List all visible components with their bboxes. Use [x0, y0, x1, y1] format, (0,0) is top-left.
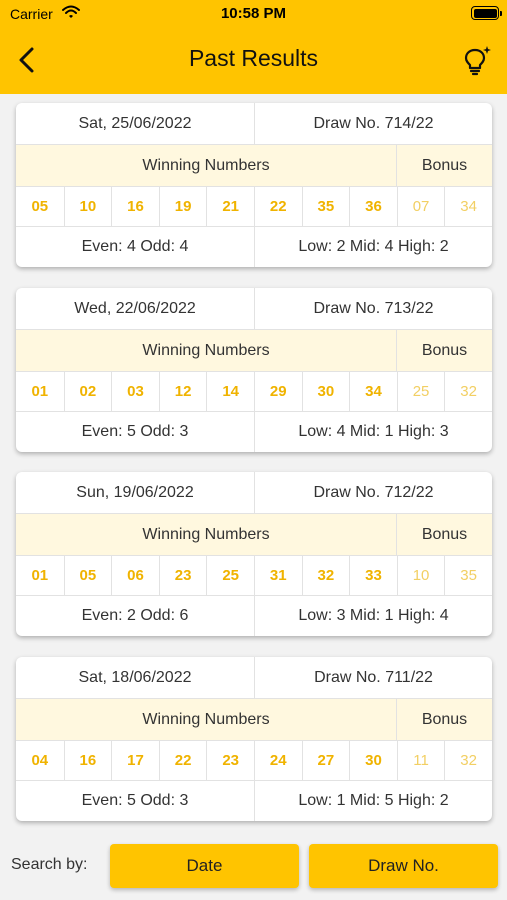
winning-number: 10: [63, 187, 112, 226]
winning-number: 23: [206, 741, 254, 780]
numbers-header-row: Winning Numbers Bonus: [16, 330, 492, 372]
search-by-date-button[interactable]: Date: [110, 844, 299, 888]
winning-number: 03: [111, 372, 159, 411]
numbers-row: 01 05 06 23 25 31 32 33 10 35: [16, 556, 492, 596]
app-header: Carrier 10:58 PM Past Results: [0, 0, 507, 94]
low-mid-high-stats: Low: 4 Mid: 1 High: 3: [254, 412, 492, 452]
bonus-header: Bonus: [396, 330, 492, 371]
bonus-number: 07: [396, 187, 445, 226]
lightbulb-sparkle-icon: [464, 46, 491, 76]
bonus-header: Bonus: [396, 699, 492, 740]
bonus-number: 10: [396, 556, 445, 595]
numbers-header-row: Winning Numbers Bonus: [16, 514, 492, 556]
winning-number: 01: [31, 383, 49, 400]
winning-number: 36: [349, 187, 397, 226]
winning-numbers-header: Winning Numbers: [16, 145, 396, 186]
bonus-number: 32: [444, 372, 492, 411]
winning-number: 21: [206, 187, 254, 226]
bonus-number: 34: [444, 187, 492, 226]
winning-numbers-header: Winning Numbers: [16, 699, 396, 740]
bonus-number: 32: [444, 741, 492, 780]
draw-date: Sun, 19/06/2022: [76, 483, 194, 501]
winning-number: 01: [31, 567, 49, 584]
stats-row: Even: 5 Odd: 3 Low: 1 Mid: 5 High: 2: [16, 781, 492, 821]
winning-number: 16: [111, 187, 159, 226]
draw-number: Draw No. 711/22: [254, 657, 492, 698]
status-bar: Carrier 10:58 PM: [0, 0, 507, 28]
battery-icon: [471, 6, 502, 20]
winning-number: 35: [301, 187, 350, 226]
search-by-draw-button[interactable]: Draw No.: [309, 844, 498, 888]
page-title: Past Results: [188, 45, 319, 71]
draw-date: Sat, 18/06/2022: [78, 668, 192, 686]
winning-number: 29: [253, 372, 302, 411]
bonus-number: 11: [396, 741, 445, 780]
result-card[interactable]: Sat, 18/06/2022 Draw No. 711/22 Winning …: [16, 657, 492, 821]
winning-number: 22: [253, 187, 302, 226]
results-list[interactable]: Sat, 25/06/2022 Draw No. 714/22 Winning …: [0, 94, 507, 832]
draw-number: Draw No. 712/22: [254, 472, 492, 513]
winning-number: 30: [301, 372, 350, 411]
numbers-row: 05 10 16 19 21 22 35 36 07 34: [16, 187, 492, 227]
numbers-row: 04 16 17 22 23 24 27 30 11 32: [16, 741, 492, 781]
low-mid-high-stats: Low: 1 Mid: 5 High: 2: [254, 781, 492, 821]
even-odd-stats: Even: 5 Odd: 3: [81, 792, 189, 809]
winning-number: 23: [158, 556, 207, 595]
winning-number: 17: [111, 741, 159, 780]
winning-number: 12: [158, 372, 207, 411]
draw-number: Draw No. 714/22: [254, 103, 492, 144]
winning-number: 22: [158, 741, 207, 780]
stats-row: Even: 5 Odd: 3 Low: 4 Mid: 1 High: 3: [16, 412, 492, 452]
even-odd-stats: Even: 4 Odd: 4: [81, 238, 189, 255]
winning-number: 16: [63, 741, 112, 780]
search-footer: Search by: Date Draw No.: [0, 832, 507, 900]
low-mid-high-stats: Low: 3 Mid: 1 High: 4: [254, 596, 492, 636]
winning-numbers-header: Winning Numbers: [16, 514, 396, 555]
draw-date: Wed, 22/06/2022: [74, 299, 196, 317]
even-odd-stats: Even: 5 Odd: 3: [81, 423, 189, 440]
low-mid-high-stats: Low: 2 Mid: 4 High: 2: [254, 227, 492, 267]
bonus-number: 25: [396, 372, 445, 411]
result-card[interactable]: Sat, 25/06/2022 Draw No. 714/22 Winning …: [16, 103, 492, 267]
winning-numbers-header: Winning Numbers: [16, 330, 396, 371]
winning-number: 04: [31, 752, 49, 769]
tips-button[interactable]: [461, 44, 493, 76]
winning-number: 32: [301, 556, 350, 595]
card-header-row: Sat, 18/06/2022 Draw No. 711/22: [16, 657, 492, 699]
bonus-header: Bonus: [396, 514, 492, 555]
winning-number: 02: [63, 372, 112, 411]
winning-number: 05: [31, 198, 49, 215]
card-header-row: Sat, 25/06/2022 Draw No. 714/22: [16, 103, 492, 145]
winning-number: 27: [301, 741, 350, 780]
status-time: 10:58 PM: [220, 5, 287, 22]
draw-date: Sat, 25/06/2022: [78, 114, 192, 132]
winning-number: 34: [349, 372, 397, 411]
winning-number: 25: [206, 556, 254, 595]
card-header-row: Wed, 22/06/2022 Draw No. 713/22: [16, 288, 492, 330]
result-card[interactable]: Sun, 19/06/2022 Draw No. 712/22 Winning …: [16, 472, 492, 636]
stats-row: Even: 4 Odd: 4 Low: 2 Mid: 4 High: 2: [16, 227, 492, 267]
card-header-row: Sun, 19/06/2022 Draw No. 712/22: [16, 472, 492, 514]
search-by-label: Search by:: [11, 856, 88, 873]
winning-number: 19: [158, 187, 207, 226]
numbers-header-row: Winning Numbers Bonus: [16, 699, 492, 741]
winning-number: 05: [63, 556, 112, 595]
numbers-header-row: Winning Numbers Bonus: [16, 145, 492, 187]
draw-number: Draw No. 713/22: [254, 288, 492, 329]
winning-number: 33: [349, 556, 397, 595]
numbers-row: 01 02 03 12 14 29 30 34 25 32: [16, 372, 492, 412]
winning-number: 31: [253, 556, 302, 595]
winning-number: 14: [206, 372, 254, 411]
result-card[interactable]: Wed, 22/06/2022 Draw No. 713/22 Winning …: [16, 288, 492, 452]
stats-row: Even: 2 Odd: 6 Low: 3 Mid: 1 High: 4: [16, 596, 492, 636]
bonus-header: Bonus: [396, 145, 492, 186]
winning-number: 30: [349, 741, 397, 780]
even-odd-stats: Even: 2 Odd: 6: [81, 607, 189, 624]
winning-number: 24: [253, 741, 302, 780]
bonus-number: 35: [444, 556, 492, 595]
winning-number: 06: [111, 556, 159, 595]
